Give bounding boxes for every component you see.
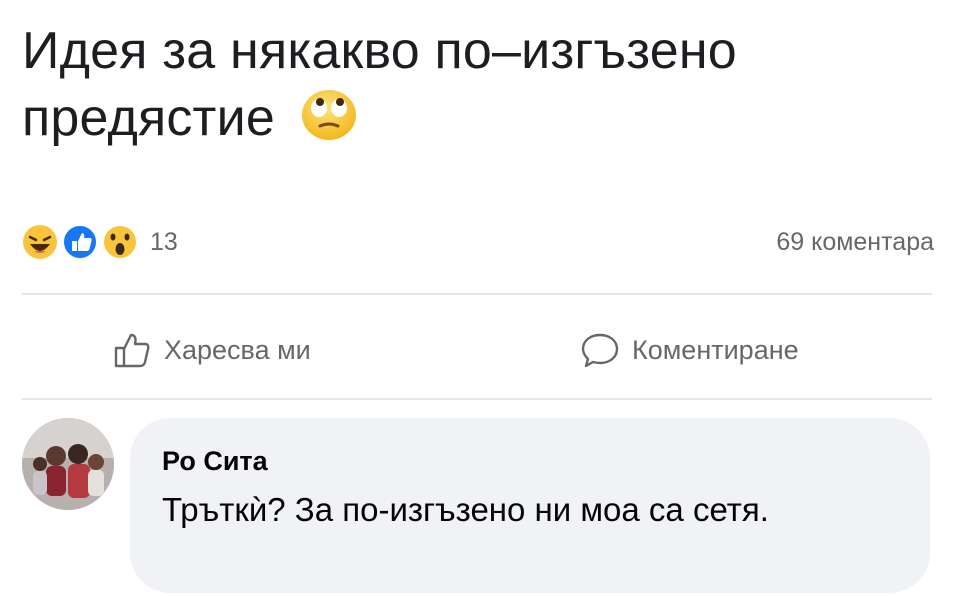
- comment-button[interactable]: Коментиране: [580, 330, 799, 370]
- reaction-icons[interactable]: [22, 224, 146, 260]
- face-with-rolling-eyes-icon: [301, 90, 356, 140]
- like-label: Харесва ми: [164, 334, 311, 365]
- divider: [22, 293, 932, 295]
- reactions-row: 13 69 коментара: [22, 222, 934, 262]
- divider: [22, 398, 932, 400]
- thumbs-up-icon: [114, 333, 150, 368]
- comment-bubble: Ро Сита Тръткѝ? За по-изгъзено ни моа са…: [130, 418, 930, 593]
- speech-bubble-icon: [581, 333, 619, 368]
- like-reaction-icon: [62, 224, 98, 260]
- comment-author[interactable]: Ро Сита: [162, 446, 268, 477]
- reaction-count[interactable]: 13: [150, 228, 178, 257]
- wow-reaction-icon: [102, 224, 138, 260]
- comment-label: Коментиране: [632, 334, 799, 365]
- laughing-reaction-icon: [23, 225, 57, 259]
- comment-text: Тръткѝ? За по-изгъзено ни моа са сетя.: [162, 491, 769, 528]
- comment-count[interactable]: 69 коментара: [776, 228, 934, 257]
- like-button[interactable]: Харесва ми: [112, 330, 311, 370]
- profile-photo: [22, 418, 114, 510]
- post-text-content: Идея за някакво по–изгъзено предястие: [22, 22, 737, 147]
- avatar[interactable]: [22, 418, 114, 510]
- post-text: Идея за някакво по–изгъзено предястие: [22, 18, 922, 152]
